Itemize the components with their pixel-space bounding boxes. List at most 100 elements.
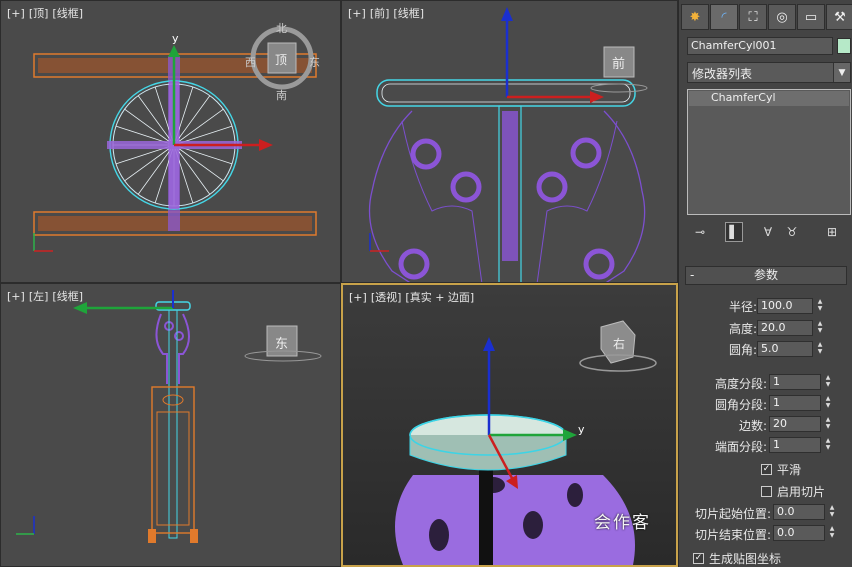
fillet-segs-row: 圆角分段: — [679, 396, 767, 413]
sides-row: 边数: — [679, 417, 767, 434]
viewport-shading[interactable]: [线框] — [393, 7, 424, 20]
hierarchy-icon: ⛶ — [748, 9, 758, 25]
slice-to-spinner[interactable]: ▲ ▼ — [827, 525, 837, 541]
viewcube-face[interactable]: 前 — [612, 53, 625, 72]
rollout-title: 参数 — [753, 268, 778, 282]
smooth-checkbox[interactable]: ✓ — [761, 464, 772, 475]
viewport-menu[interactable]: [+] — [7, 7, 25, 20]
slice-on-label: 启用切片 — [777, 485, 826, 499]
viewport-left[interactable]: [+] [左] [线框] 东 — [0, 283, 341, 567]
axis-y-label: y — [172, 32, 179, 45]
sides-label: 边数: — [738, 419, 767, 433]
create-icon: ✸ — [689, 9, 701, 25]
gen-map-coords-label: 生成贴图坐标 — [709, 552, 782, 566]
sides-spinner[interactable]: ▲ ▼ — [823, 416, 833, 432]
modify-icon: ◜ — [721, 9, 727, 25]
viewport-perspective-label[interactable]: [+] [透视] [真实 + 边面] — [349, 289, 478, 305]
viewcube-east: 东 — [309, 56, 320, 69]
radius-row: 半径: — [679, 298, 757, 315]
slice-on-checkbox[interactable] — [761, 486, 772, 497]
collapse-icon[interactable]: - — [690, 267, 694, 284]
viewport-shading[interactable]: [线框] — [52, 290, 83, 303]
stack-toolbar: ⊸ ▌ ∀ ♉ ⊞ — [687, 222, 851, 244]
fillet-row: 圆角: — [679, 341, 757, 358]
hierarchy-tab[interactable]: ⛶ — [739, 4, 767, 30]
create-tab[interactable]: ✸ — [681, 4, 709, 30]
viewport-left-scene — [16, 290, 322, 543]
modifier-list-label: 修改器列表 — [692, 67, 753, 81]
viewport-view-name[interactable]: [透视] — [371, 291, 402, 304]
height-segs-row: 高度分段: — [679, 375, 767, 392]
radius-spinner[interactable]: ▲ ▼ — [815, 298, 825, 314]
cap-segs-label: 端面分段: — [714, 440, 767, 454]
slice-from-label: 切片起始位置: — [695, 507, 772, 521]
make-unique-icon[interactable]: ∀ — [759, 222, 777, 242]
motion-tab[interactable]: ◎ — [768, 4, 796, 30]
cap-segs-field[interactable]: 1 — [769, 437, 821, 453]
viewcube-south: 南 — [276, 89, 287, 102]
cap-segs-spinner[interactable]: ▲ ▼ — [823, 437, 833, 453]
cap-segs-row: 端面分段: — [679, 438, 767, 455]
viewport-top-label[interactable]: [+] [顶] [线框] — [7, 5, 87, 21]
viewport-front-label[interactable]: [+] [前] [线框] — [348, 5, 428, 21]
pin-stack-icon[interactable]: ⊸ — [691, 222, 709, 242]
stack-item[interactable]: ChamferCyl — [689, 91, 849, 106]
chevron-down-icon[interactable]: ▼ — [833, 63, 850, 82]
fillet-segs-field[interactable]: 1 — [769, 395, 821, 411]
viewport-view-name[interactable]: [前] — [370, 7, 390, 20]
viewport-menu[interactable]: [+] — [348, 7, 366, 20]
radius-label: 半径: — [728, 300, 757, 314]
radius-field[interactable]: 100.0 — [757, 298, 813, 314]
motion-icon: ◎ — [776, 9, 788, 25]
viewport-left-label[interactable]: [+] [左] [线框] — [7, 288, 87, 304]
modifier-list-dropdown[interactable]: 修改器列表 ▼ — [687, 62, 851, 83]
display-tab[interactable]: ▭ — [797, 4, 825, 30]
utilities-icon: ⚒ — [834, 9, 846, 25]
height-segs-field[interactable]: 1 — [769, 374, 821, 390]
slice-from-field[interactable]: 0.0 — [773, 504, 825, 520]
viewport-menu[interactable]: [+] — [7, 290, 25, 303]
object-color-swatch[interactable] — [837, 38, 851, 54]
viewport-front[interactable]: [+] [前] [线框] 前 — [341, 0, 678, 283]
parameters-rollout[interactable]: - 参数 — [685, 266, 847, 285]
command-panel-tabs: ✸ ◜ ⛶ ◎ ▭ ⚒ — [681, 4, 852, 32]
slice-from-spinner[interactable]: ▲ ▼ — [827, 504, 837, 520]
watermark: 会作客 — [594, 513, 651, 533]
smooth-label: 平滑 — [777, 463, 802, 477]
modifier-stack[interactable]: ChamferCyl — [687, 89, 851, 215]
viewport-top-scene — [33, 26, 317, 252]
height-row: 高度: — [679, 320, 757, 337]
height-label: 高度: — [728, 322, 757, 336]
viewcube-face[interactable]: 东 — [275, 333, 288, 352]
viewcube-west: 西 — [245, 56, 256, 69]
height-spinner[interactable]: ▲ ▼ — [815, 320, 825, 336]
utilities-tab[interactable]: ⚒ — [826, 4, 852, 30]
viewcube-face[interactable]: 右 — [613, 335, 625, 352]
modify-tab[interactable]: ◜ — [710, 4, 738, 30]
slice-to-field[interactable]: 0.0 — [773, 525, 825, 541]
fillet-spinner[interactable]: ▲ ▼ — [815, 341, 825, 357]
remove-modifier-icon[interactable]: ♉ — [783, 222, 801, 242]
gen-map-coords-checkbox[interactable]: ✓ — [693, 553, 704, 564]
fillet-segs-label: 圆角分段: — [714, 398, 767, 412]
viewcube-face[interactable]: 顶 — [275, 51, 287, 68]
viewcube-north: 北 — [276, 22, 287, 35]
fillet-field[interactable]: 5.0 — [757, 341, 813, 357]
fillet-label: 圆角: — [728, 343, 757, 357]
slice-to-label: 切片结束位置: — [695, 528, 772, 542]
viewport-shading[interactable]: [真实 + 边面] — [405, 291, 474, 304]
viewport-view-name[interactable]: [左] — [29, 290, 49, 303]
viewport-menu[interactable]: [+] — [349, 291, 367, 304]
configure-sets-icon[interactable]: ⊞ — [823, 222, 841, 242]
viewport-view-name[interactable]: [顶] — [29, 7, 49, 20]
object-name-field[interactable]: ChamferCyl001 — [687, 37, 833, 55]
height-segs-spinner[interactable]: ▲ ▼ — [823, 374, 833, 390]
viewport-shading[interactable]: [线框] — [52, 7, 83, 20]
axis-y-label: y — [578, 423, 585, 436]
viewport-front-scene — [368, 7, 648, 282]
height-field[interactable]: 20.0 — [757, 320, 813, 336]
show-end-result-icon[interactable]: ▌ — [725, 222, 743, 242]
viewport-top[interactable]: [+] [顶] [线框] 北 南 西 东 顶 y — [0, 0, 341, 283]
fillet-segs-spinner[interactable]: ▲ ▼ — [823, 395, 833, 411]
sides-field[interactable]: 20 — [769, 416, 821, 432]
